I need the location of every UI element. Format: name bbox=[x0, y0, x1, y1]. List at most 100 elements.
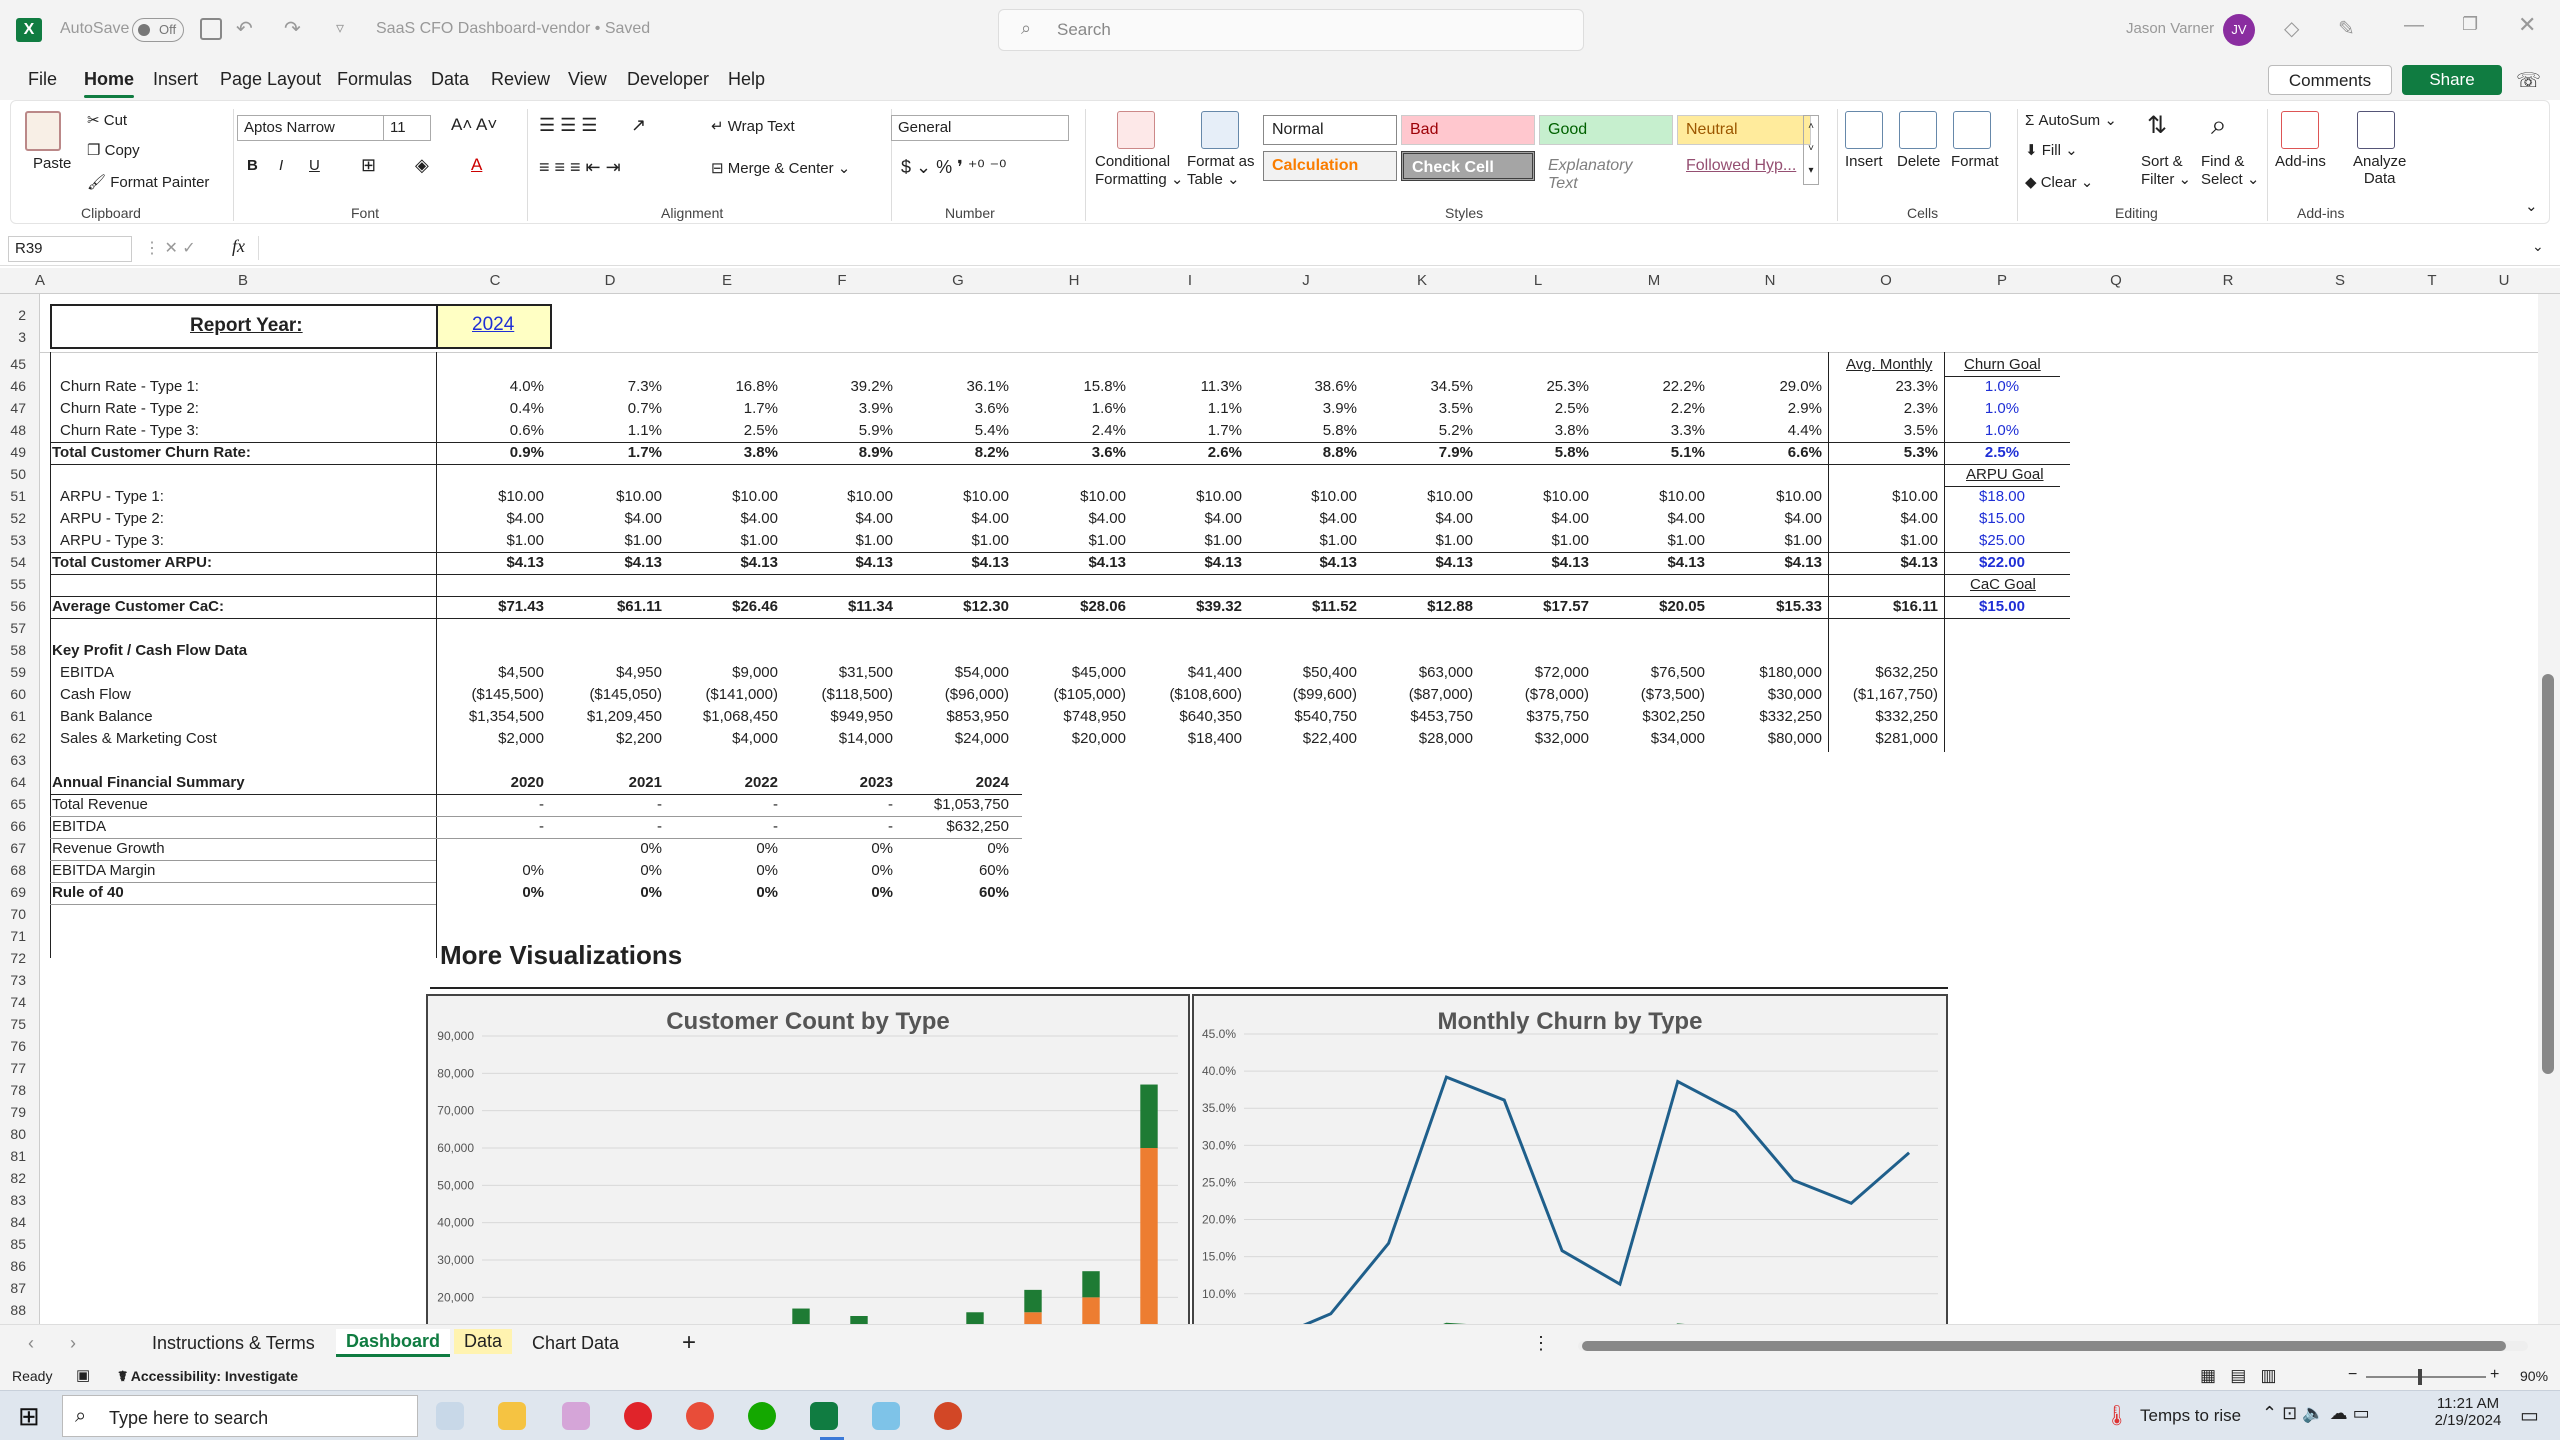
table-cell[interactable]: $4.00 bbox=[889, 509, 1009, 529]
menu-data[interactable]: Data bbox=[431, 69, 469, 90]
table-cell[interactable]: $1.00 bbox=[1006, 531, 1126, 551]
annual-cell[interactable]: 0% bbox=[889, 839, 1009, 859]
italic-button[interactable]: I bbox=[279, 157, 283, 174]
table-cell[interactable]: $4.13 bbox=[1006, 553, 1126, 573]
table-cell[interactable]: $14,000 bbox=[773, 729, 893, 749]
weather-text[interactable]: Temps to rise bbox=[2140, 1406, 2241, 1426]
table-cell[interactable]: 5.8% bbox=[1237, 421, 1357, 441]
column-header[interactable]: E bbox=[715, 272, 739, 289]
table-cell[interactable]: 2.2% bbox=[1585, 399, 1705, 419]
table-cell[interactable]: 34.5% bbox=[1353, 377, 1473, 397]
row-header[interactable]: 55 bbox=[0, 576, 26, 592]
h-scroll-thumb[interactable] bbox=[1582, 1341, 2506, 1351]
number-format-select[interactable]: General bbox=[891, 115, 1069, 141]
table-cell[interactable]: $39.32 bbox=[1122, 597, 1242, 617]
opera-icon[interactable] bbox=[624, 1402, 652, 1430]
table-cell[interactable]: $76,500 bbox=[1585, 663, 1705, 683]
pen-icon[interactable]: ✎ bbox=[2338, 16, 2355, 41]
column-header[interactable]: L bbox=[1526, 272, 1550, 289]
menu-developer[interactable]: Developer bbox=[627, 69, 709, 90]
table-cell[interactable]: 1.7% bbox=[542, 443, 662, 463]
table-cell[interactable]: $4.00 bbox=[1585, 509, 1705, 529]
table-cell[interactable]: $4.13 bbox=[424, 553, 544, 573]
row-header[interactable]: 66 bbox=[0, 818, 26, 834]
more-options-icon[interactable]: ⋮ bbox=[1532, 1333, 1550, 1354]
conditional-formatting-button[interactable]: Conditional Formatting ⌄ bbox=[1095, 153, 1183, 188]
format-as-table-button[interactable]: Format as Table ⌄ bbox=[1187, 153, 1255, 188]
style-followed-hyperlink[interactable]: Followed Hyp... bbox=[1677, 151, 1811, 181]
table-cell[interactable]: $4.00 bbox=[542, 509, 662, 529]
table-cell[interactable]: $4.00 bbox=[424, 509, 544, 529]
style-normal[interactable]: Normal bbox=[1263, 115, 1397, 145]
table-cell[interactable]: 0.7% bbox=[542, 399, 662, 419]
table-cell[interactable]: $949,950 bbox=[773, 707, 893, 727]
avg-cell[interactable]: ($1,167,750) bbox=[1798, 685, 1938, 705]
table-cell[interactable]: ($145,050) bbox=[542, 685, 662, 705]
table-cell[interactable]: $1,068,450 bbox=[658, 707, 778, 727]
row-header[interactable]: 71 bbox=[0, 928, 26, 944]
annual-cell[interactable]: - bbox=[424, 795, 544, 815]
row-header[interactable]: 64 bbox=[0, 774, 26, 790]
zoom-in-icon[interactable]: + bbox=[2490, 1366, 2499, 1384]
row-header[interactable]: 63 bbox=[0, 752, 26, 768]
table-cell[interactable]: 8.2% bbox=[889, 443, 1009, 463]
table-cell[interactable]: $72,000 bbox=[1469, 663, 1589, 683]
table-cell[interactable]: 3.8% bbox=[1469, 421, 1589, 441]
style-good[interactable]: Good bbox=[1539, 115, 1673, 145]
row-header[interactable]: 85 bbox=[0, 1236, 26, 1252]
orientation-icon[interactable]: ↗ bbox=[631, 115, 646, 136]
add-sheet-icon[interactable]: + bbox=[682, 1329, 696, 1357]
styles-scroll[interactable]: ˄ ˅ ▾ bbox=[1803, 115, 1819, 185]
excel-taskbar-icon[interactable] bbox=[810, 1402, 838, 1430]
macro-icon[interactable]: ▣ bbox=[76, 1366, 90, 1384]
avg-cell[interactable]: $632,250 bbox=[1798, 663, 1938, 683]
column-header[interactable]: S bbox=[2328, 272, 2352, 289]
row-header[interactable]: 51 bbox=[0, 488, 26, 504]
underline-button[interactable]: U bbox=[309, 157, 320, 174]
column-header[interactable]: M bbox=[1642, 272, 1666, 289]
share-button[interactable]: Share bbox=[2402, 65, 2502, 95]
redo-icon[interactable]: ↷ bbox=[284, 16, 301, 41]
table-cell[interactable]: 16.8% bbox=[658, 377, 778, 397]
report-year-value[interactable]: 2024 bbox=[472, 315, 514, 335]
table-cell[interactable]: $22,400 bbox=[1237, 729, 1357, 749]
delete-cells-icon[interactable] bbox=[1899, 111, 1937, 149]
table-cell[interactable]: $302,250 bbox=[1585, 707, 1705, 727]
accessibility-status[interactable]: ☤ Accessibility: Investigate bbox=[118, 1368, 298, 1385]
column-header[interactable]: Q bbox=[2104, 272, 2128, 289]
table-cell[interactable]: $453,750 bbox=[1353, 707, 1473, 727]
tab-dashboard[interactable]: Dashboard bbox=[336, 1329, 451, 1357]
paste-button[interactable]: Paste bbox=[33, 155, 71, 172]
table-cell[interactable]: $17.57 bbox=[1469, 597, 1589, 617]
table-cell[interactable]: ($141,000) bbox=[658, 685, 778, 705]
customer-count-chart[interactable]: Customer Count by Type 90,000 80,000 70,00… bbox=[426, 994, 1190, 1324]
table-cell[interactable]: $10.00 bbox=[1237, 487, 1357, 507]
sort-filter-icon[interactable]: ⇅ bbox=[2147, 111, 2167, 140]
table-cell[interactable]: $4,950 bbox=[542, 663, 662, 683]
goal-cell[interactable]: 1.0% bbox=[1952, 377, 2052, 397]
table-cell[interactable]: $10.00 bbox=[658, 487, 778, 507]
monthly-churn-chart[interactable]: Monthly Churn by Type 45.0% 40.0% 35.0% 30.… bbox=[1192, 994, 1948, 1324]
sort-filter-button[interactable]: Sort & Filter ⌄ bbox=[2141, 153, 2191, 188]
table-cell[interactable]: $10.00 bbox=[1353, 487, 1473, 507]
tab-instructions[interactable]: Instructions & Terms bbox=[152, 1333, 315, 1354]
table-cell[interactable]: $4.00 bbox=[1353, 509, 1473, 529]
style-check-cell[interactable]: Check Cell bbox=[1401, 151, 1535, 181]
currency-icon[interactable]: $ ⌄ % ❜ ⁺⁰ ⁻⁰ bbox=[901, 157, 1006, 178]
table-cell[interactable]: $9,000 bbox=[658, 663, 778, 683]
row-header[interactable]: 48 bbox=[0, 422, 26, 438]
table-cell[interactable]: 3.5% bbox=[1353, 399, 1473, 419]
table-cell[interactable]: 25.3% bbox=[1469, 377, 1589, 397]
annual-cell[interactable]: 0% bbox=[658, 861, 778, 881]
align-top-icon[interactable]: ☰ ☰ ☰ bbox=[539, 115, 597, 136]
table-cell[interactable]: 2.5% bbox=[658, 421, 778, 441]
undo-icon[interactable]: ↶ bbox=[236, 16, 253, 41]
table-cell[interactable]: 1.1% bbox=[542, 421, 662, 441]
table-cell[interactable]: $1.00 bbox=[658, 531, 778, 551]
table-cell[interactable]: $10.00 bbox=[773, 487, 893, 507]
annual-cell[interactable]: - bbox=[542, 817, 662, 837]
table-cell[interactable]: 5.8% bbox=[1469, 443, 1589, 463]
column-header[interactable]: P bbox=[1990, 272, 2014, 289]
menu-insert[interactable]: Insert bbox=[153, 69, 198, 90]
table-cell[interactable]: 3.6% bbox=[1006, 443, 1126, 463]
